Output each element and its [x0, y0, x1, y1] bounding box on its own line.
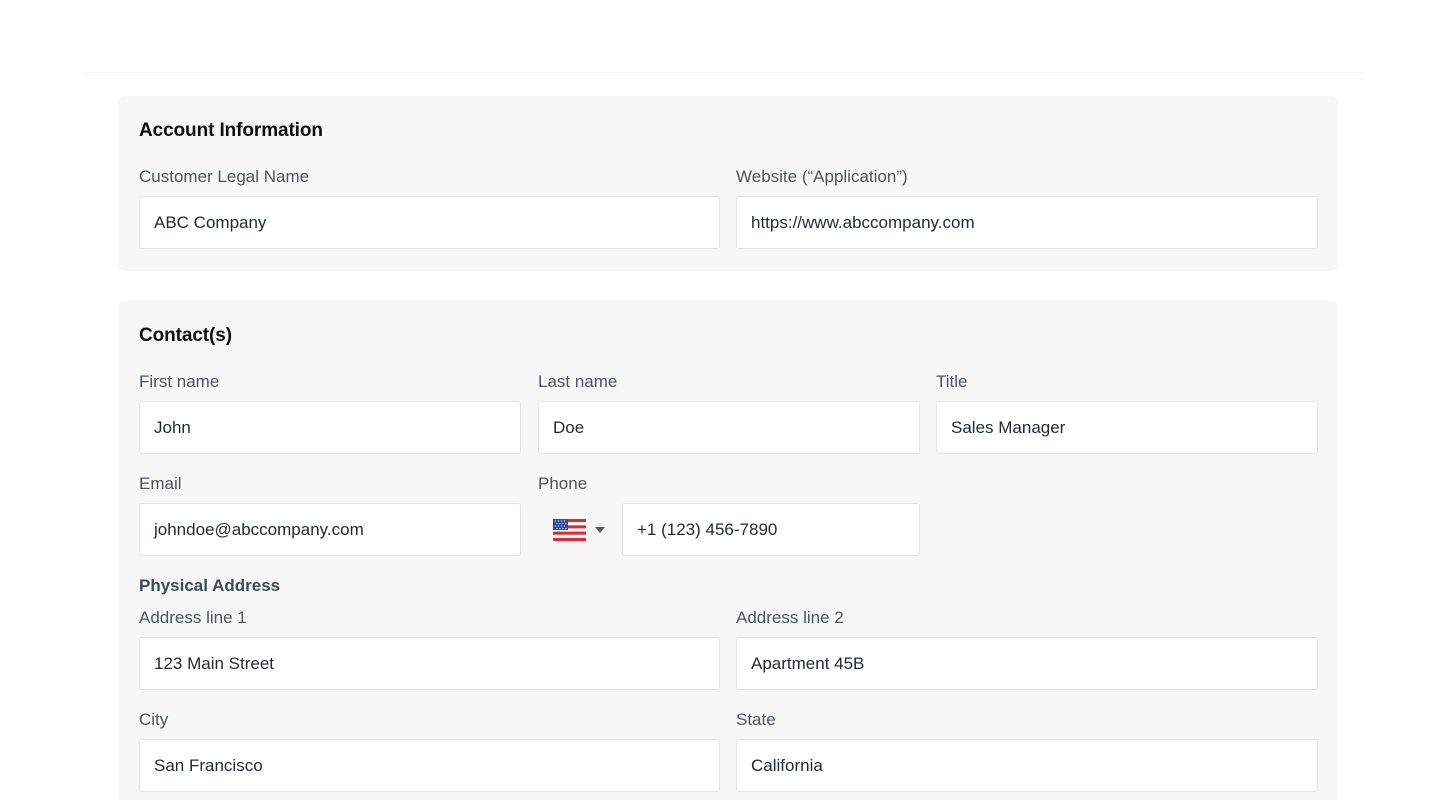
first-name-label: First name	[139, 372, 220, 391]
title-input[interactable]: Sales Manager	[936, 401, 1318, 454]
address-line1-label: Address line 1	[139, 608, 247, 627]
address-line1-input[interactable]: 123 Main Street	[139, 637, 720, 690]
last-name-input[interactable]: Doe	[538, 401, 920, 454]
account-information-title: Account Information	[139, 120, 323, 141]
form-page: Account Information Customer Legal Name …	[0, 0, 1450, 800]
address-line2-input[interactable]: Apartment 45B	[736, 637, 1318, 690]
us-flag-icon	[553, 518, 586, 541]
country-code-select[interactable]	[538, 503, 620, 556]
phone-input[interactable]: +1 (123) 456-7890	[622, 503, 920, 556]
city-label: City	[139, 710, 169, 729]
physical-address-title: Physical Address	[139, 576, 281, 595]
contacts-card: Contact(s) First name John Last name Doe…	[118, 300, 1338, 800]
chevron-down-icon	[595, 526, 605, 533]
legal-name-input[interactable]: ABC Company	[139, 196, 720, 249]
address-line2-label: Address line 2	[736, 608, 844, 627]
website-label: Website (“Application”)	[736, 167, 908, 186]
email-label: Email	[139, 474, 182, 493]
phone-label: Phone	[538, 474, 588, 493]
phone-field: +1 (123) 456-7890	[538, 503, 920, 556]
account-information-card: Account Information Customer Legal Name …	[118, 96, 1338, 271]
state-input[interactable]: California	[736, 739, 1318, 792]
website-input[interactable]: https://www.abccompany.com	[736, 196, 1318, 249]
state-label: State	[736, 710, 776, 729]
legal-name-label: Customer Legal Name	[139, 167, 310, 186]
last-name-label: Last name	[538, 372, 618, 391]
email-input[interactable]: johndoe@abccompany.com	[139, 503, 521, 556]
city-input[interactable]: San Francisco	[139, 739, 720, 792]
title-label: Title	[936, 372, 968, 391]
contacts-title: Contact(s)	[139, 325, 232, 346]
divider	[86, 72, 1366, 73]
first-name-input[interactable]: John	[139, 401, 521, 454]
